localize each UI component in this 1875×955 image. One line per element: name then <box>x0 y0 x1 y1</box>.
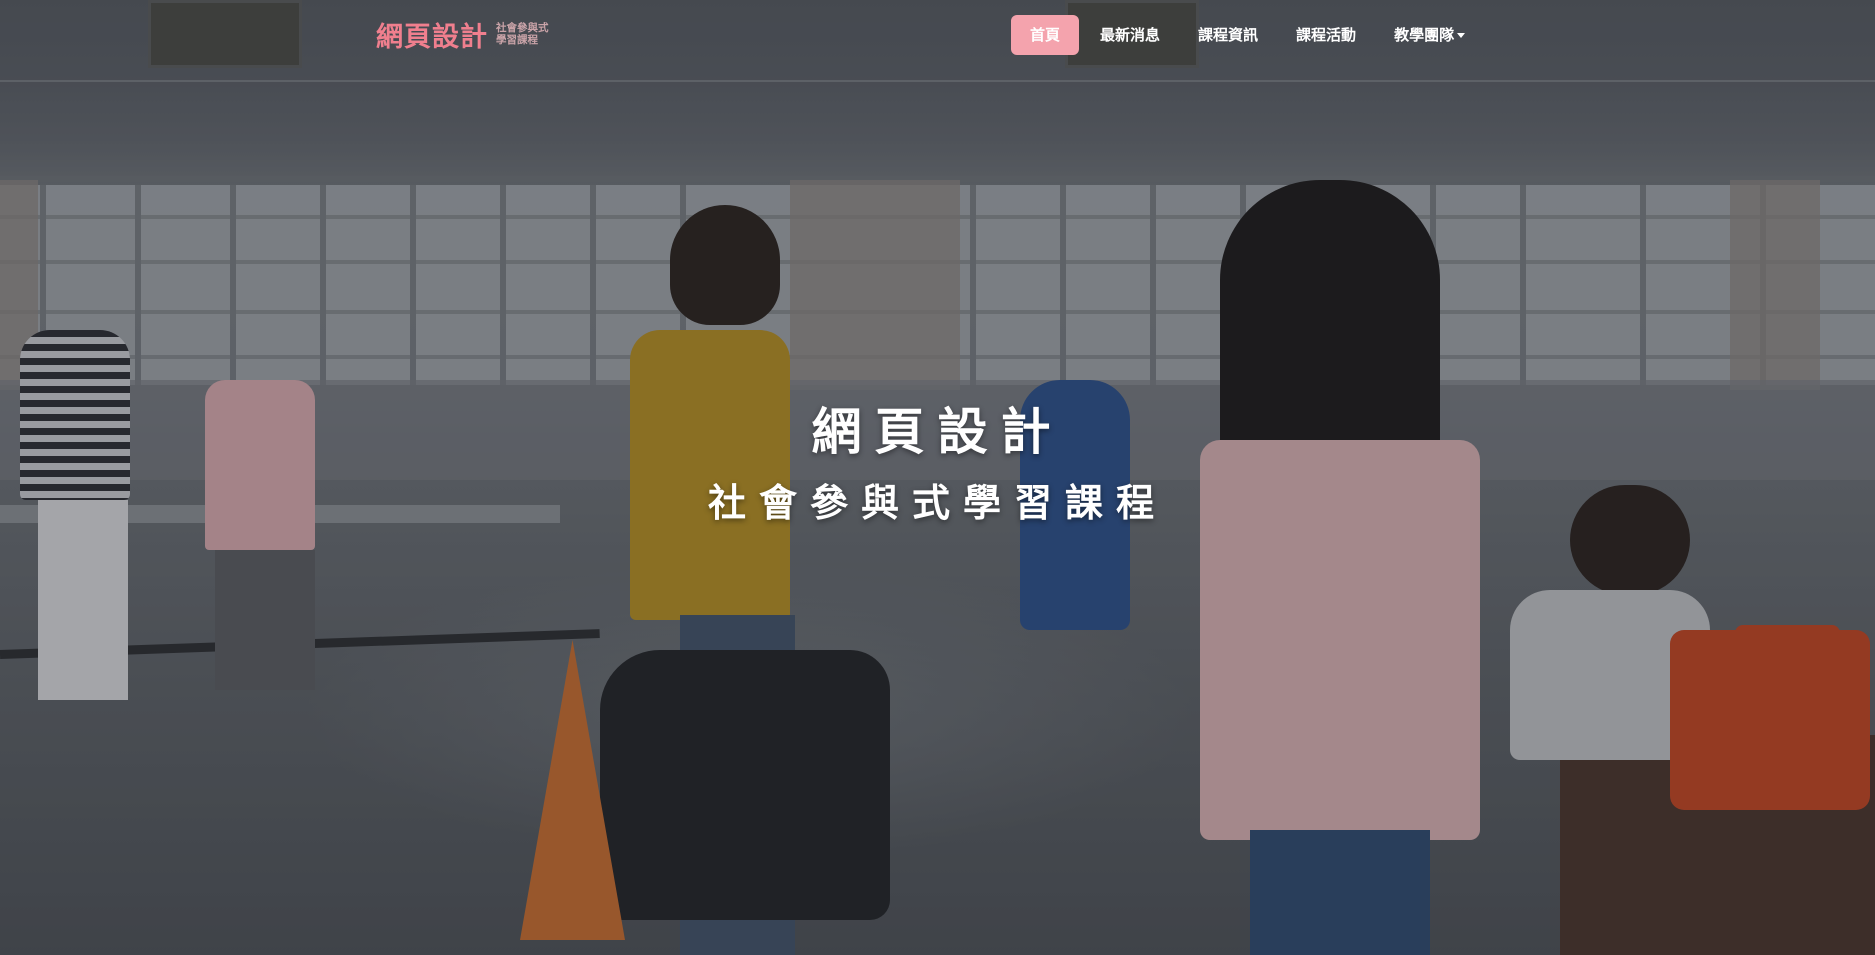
brand-logo[interactable]: 網頁設計 社會參與式 學習課程 <box>376 14 549 54</box>
nav-item-home[interactable]: 首頁 <box>1011 15 1080 55</box>
hero-subtitle: 社會參與式學習課程 <box>707 481 1167 525</box>
navbar: 網頁設計 社會參與式 學習課程 首頁 最新消息 課程資訊 課程活動 教學團隊 <box>0 0 1875 72</box>
brand-subtitle: 社會參與式 學習課程 <box>496 22 549 46</box>
brand-subtitle-line2: 學習課程 <box>496 34 538 46</box>
brand-subtitle-line1: 社會參與式 <box>496 22 549 34</box>
nav-item-teaching-team-label: 教學團隊 <box>1394 26 1455 44</box>
hero-title: 網頁設計 <box>811 403 1064 461</box>
main-nav: 首頁 最新消息 課程資訊 課程活動 教學團隊 <box>1011 15 1484 55</box>
caret-down-icon <box>1457 33 1466 38</box>
nav-item-course-info[interactable]: 課程資訊 <box>1179 15 1277 55</box>
nav-item-course-activities[interactable]: 課程活動 <box>1277 15 1375 55</box>
brand-title[interactable]: 網頁設計 <box>376 15 488 54</box>
hero-background: 網頁設計 社會參與式 學習課程 首頁 最新消息 課程資訊 課程活動 教學團隊 網… <box>0 0 1875 955</box>
nav-item-teaching-team[interactable]: 教學團隊 <box>1375 15 1484 55</box>
nav-item-news[interactable]: 最新消息 <box>1081 15 1179 55</box>
